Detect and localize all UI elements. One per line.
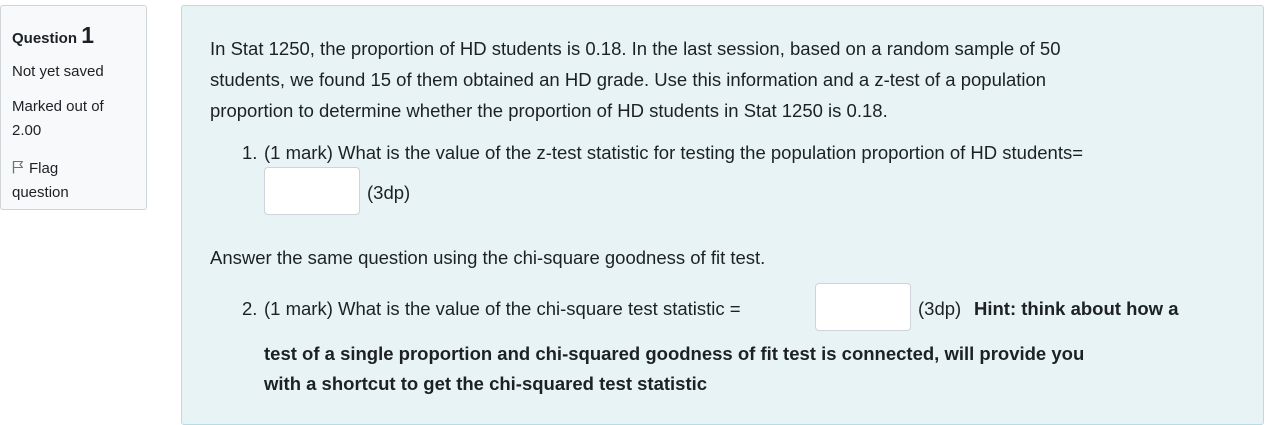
question-label: Question xyxy=(12,30,78,47)
intro-line-3: proportion to determine whether the prop… xyxy=(210,100,888,121)
z-statistic-answer-input[interactable] xyxy=(264,167,360,215)
item-2-number: 2. xyxy=(242,298,258,319)
question-info-panel: Question 1 Not yet saved Marked out of 2… xyxy=(0,5,147,210)
item-1-number: 1. xyxy=(242,142,258,163)
grade-value: 2.00 xyxy=(12,122,42,139)
flag-question-link[interactable]: Flag question xyxy=(12,157,135,205)
question-grade: Marked out of 2.00 xyxy=(12,95,135,143)
chi-square-intro: Answer the same question using the chi-s… xyxy=(210,247,766,268)
hint-line-2: test of a single proportion and chi-squa… xyxy=(264,343,1085,364)
question-state: Not yet saved xyxy=(12,63,104,80)
item-1-precision: (3dp) xyxy=(367,182,411,203)
question-number-heading: Question 1 xyxy=(12,22,135,49)
flag-label-line1: Flag xyxy=(29,160,59,177)
item-2-precision: (3dp) xyxy=(918,298,962,319)
item-1-prompt: (1 mark) What is the value of the z-test… xyxy=(264,142,1084,163)
flag-icon xyxy=(12,158,24,174)
chi-square-answer-input[interactable] xyxy=(815,283,911,331)
hint-line-1: Hint: think about how a xyxy=(974,298,1179,319)
intro-line-1: In Stat 1250, the proportion of HD stude… xyxy=(210,38,1061,59)
hint-line-3: with a shortcut to get the chi-squared t… xyxy=(264,373,708,394)
grade-label: Marked out of xyxy=(12,98,104,115)
intro-line-2: students, we found 15 of them obtained a… xyxy=(210,69,1047,90)
flag-label-line2: question xyxy=(12,184,69,201)
question-number: 1 xyxy=(81,22,94,48)
item-2-prompt: (1 mark) What is the value of the chi-sq… xyxy=(264,298,741,319)
question-text-panel: In Stat 1250, the proportion of HD stude… xyxy=(181,5,1264,425)
